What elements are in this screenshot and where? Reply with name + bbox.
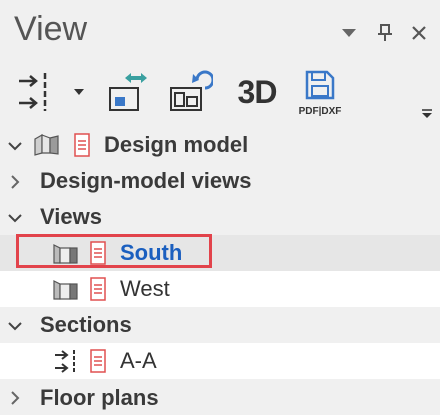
elevation-view-icon <box>53 280 78 300</box>
caret-down-icon <box>74 89 84 95</box>
section-dropdown-button[interactable] <box>70 64 88 120</box>
panel-header: View <box>0 0 440 64</box>
pin-button[interactable] <box>372 20 398 46</box>
3d-button[interactable]: 3D <box>232 64 282 120</box>
move-view-button[interactable] <box>106 64 152 120</box>
model-views-icon <box>34 133 59 156</box>
export-pdf-dxf-button[interactable]: PDF|DXF <box>290 64 350 120</box>
chevron-down-icon[interactable] <box>8 211 22 225</box>
move-view-icon <box>109 73 147 111</box>
update-view-button[interactable] <box>166 64 214 120</box>
panel-title: View <box>14 10 88 48</box>
tree-item-label: A-A <box>120 348 157 373</box>
section-line-icon <box>55 350 75 374</box>
toolbar: 3D PDF|DXF <box>0 64 440 124</box>
chevron-right-icon[interactable] <box>8 391 22 405</box>
view-tree: Design model Design-model views Views So… <box>0 127 440 410</box>
close-button[interactable] <box>406 20 432 46</box>
close-icon <box>412 26 426 40</box>
document-icon <box>90 277 106 301</box>
section-line-icon <box>19 73 47 111</box>
save-disk-icon <box>305 70 335 100</box>
caret-down-icon <box>342 29 356 37</box>
refresh-view-icon <box>170 70 213 111</box>
tree-item-label: Floor plans <box>40 385 159 410</box>
tree-item-label: West <box>120 276 170 301</box>
tree-item-label: Views <box>40 204 102 229</box>
tree-item-west[interactable]: West <box>0 271 440 307</box>
panel-menu-button[interactable] <box>336 20 362 46</box>
tree-item-design-model-views[interactable]: Design-model views <box>0 163 440 199</box>
tree-item-views[interactable]: Views <box>0 199 440 235</box>
chevron-right-icon[interactable] <box>8 175 22 189</box>
tree-item-design-model[interactable]: Design model <box>0 127 440 163</box>
chevron-down-icon[interactable] <box>8 139 22 153</box>
toolbar-overflow-button[interactable] <box>422 106 432 124</box>
tree-item-a-a[interactable]: A-A <box>0 343 440 379</box>
tree-item-label: South <box>120 240 183 265</box>
elevation-view-icon <box>53 244 78 264</box>
tree-item-floor-plans[interactable]: Floor plans <box>0 379 440 415</box>
export-pdf-dxf-label: PDF|DXF <box>298 106 342 117</box>
tree-item-label: Design model <box>104 132 249 157</box>
caret-down-icon <box>422 109 432 118</box>
section-view-button[interactable] <box>14 64 54 120</box>
document-icon <box>90 349 106 373</box>
tree-item-label: Sections <box>40 312 132 337</box>
tree-item-sections[interactable]: Sections <box>0 307 440 343</box>
document-icon <box>90 241 106 265</box>
tree-item-south[interactable]: South <box>0 235 440 271</box>
tree-item-label: Design-model views <box>40 168 252 193</box>
pin-icon <box>378 24 392 41</box>
chevron-down-icon[interactable] <box>8 319 22 333</box>
document-icon <box>74 133 90 157</box>
